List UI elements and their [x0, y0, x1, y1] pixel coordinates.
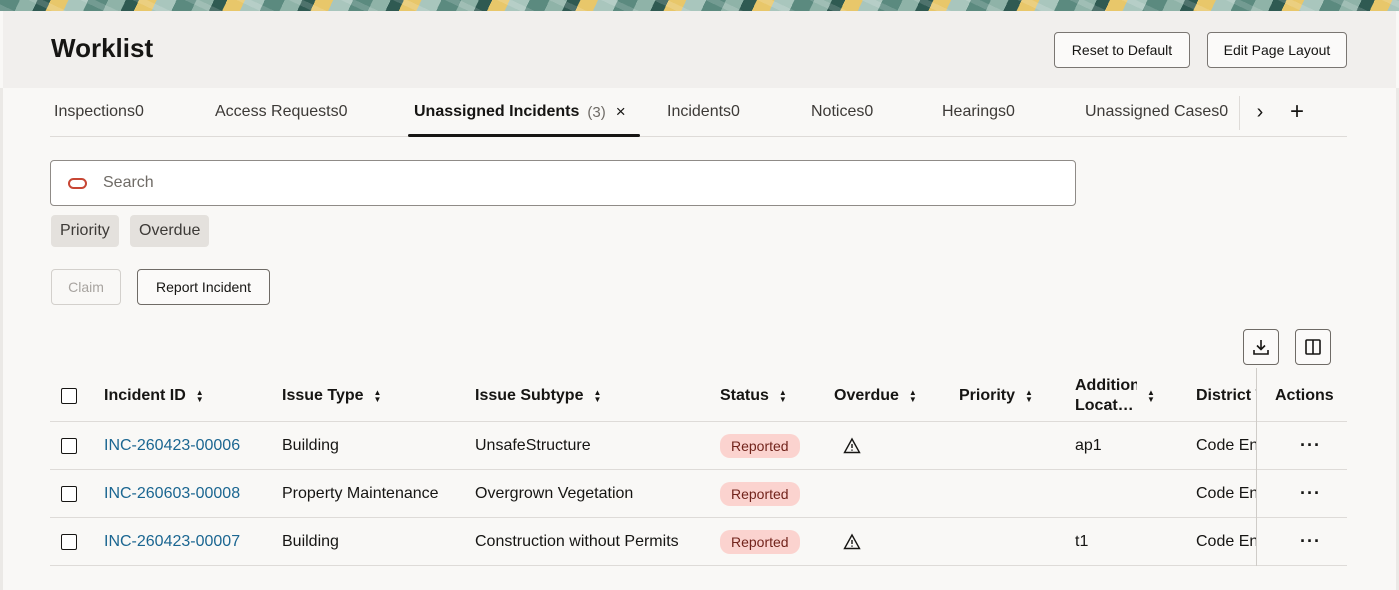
col-district[interactable]: District T	[1196, 370, 1256, 421]
table-row: INC-260603-00008 Property Maintenance Ov…	[50, 470, 1347, 518]
sort-arrows-icon: ▲ ▼	[1147, 387, 1155, 404]
claim-button[interactable]: Claim	[51, 269, 121, 305]
report-incident-button[interactable]: Report Incident	[137, 269, 270, 305]
issue-subtype-cell: Overgrown Vegetation	[475, 484, 634, 502]
tab-unassigned-cases[interactable]: Unassigned Cases0	[1085, 88, 1228, 136]
sort-arrows-icon: ▲ ▼	[195, 387, 204, 404]
add-tab-icon[interactable]: +	[1283, 98, 1311, 126]
search-field[interactable]	[50, 160, 1076, 206]
issue-subtype-cell: UnsafeStructure	[475, 436, 591, 454]
sort-arrows-icon: ▲ ▼	[908, 387, 917, 404]
more-actions-icon[interactable]: ···	[1300, 531, 1321, 552]
tab-unassigned-incidents[interactable]: Unassigned Incidents (3) ×	[408, 88, 640, 137]
district-cell: Code Enforcement	[1196, 436, 1256, 454]
status-badge: Reported	[720, 529, 800, 554]
column-manager-button[interactable]	[1295, 329, 1331, 365]
col-issue-subtype[interactable]: Issue Subtype ▲ ▼	[475, 370, 601, 421]
tab-count: (3)	[587, 103, 606, 121]
incident-id-link[interactable]: INC-260603-00008	[104, 485, 240, 503]
download-icon	[1253, 340, 1269, 355]
location-cell: ap1	[1075, 436, 1102, 454]
table-row: INC-260423-00007 Building Construction w…	[50, 518, 1347, 566]
table-header-row: Incident ID ▲ ▼ Issue Type ▲ ▼ Issue Subtype…	[50, 370, 1347, 422]
reset-to-default-button[interactable]: Reset to Default	[1054, 32, 1190, 68]
select-all-cell	[61, 370, 77, 421]
sort-arrows-icon: ▲ ▼	[373, 387, 382, 404]
worklist-tabs: Inspections0 Access Requests0 Unassigned…	[50, 88, 1347, 137]
close-icon[interactable]: ×	[616, 102, 626, 122]
tab-notices[interactable]: Notices0	[811, 88, 873, 136]
district-cell: Code Enforcement	[1196, 532, 1256, 550]
tab-hearings[interactable]: Hearings0	[942, 88, 1015, 136]
page-title: Worklist	[51, 33, 154, 63]
issue-type-cell: Building	[282, 436, 339, 454]
col-incident-id[interactable]: Incident ID ▲ ▼	[104, 370, 204, 421]
table-row: INC-260423-00006 Building UnsafeStructur…	[50, 422, 1347, 470]
more-actions-icon[interactable]: ···	[1300, 435, 1321, 456]
more-actions-icon[interactable]: ···	[1300, 483, 1321, 504]
sort-arrows-icon: ▲ ▼	[778, 387, 787, 404]
edit-page-layout-button[interactable]: Edit Page Layout	[1207, 32, 1347, 68]
row-checkbox[interactable]	[61, 485, 77, 502]
incident-id-link[interactable]: INC-260423-00007	[104, 533, 240, 551]
row-checkbox[interactable]	[61, 437, 77, 454]
oracle-search-icon	[68, 178, 87, 189]
status-badge: Reported	[720, 433, 800, 458]
tab-incidents[interactable]: Incidents0	[667, 88, 740, 136]
col-actions: Actions	[1275, 386, 1334, 404]
issue-subtype-cell: Construction without Permits	[475, 532, 679, 550]
district-cell: Code Enforcement	[1196, 484, 1256, 502]
left-edge	[0, 88, 3, 590]
issue-type-cell: Property Maintenance	[282, 484, 439, 502]
sort-arrows-icon: ▲ ▼	[593, 387, 602, 404]
warning-triangle-icon	[843, 437, 861, 453]
tab-separator	[1239, 96, 1240, 130]
col-additional-location[interactable]: Addition Locat… ▲ ▼	[1075, 370, 1185, 421]
tab-label: Unassigned Incidents	[414, 103, 580, 120]
status-badge: Reported	[720, 481, 800, 506]
chevron-right-icon[interactable]: ›	[1246, 98, 1274, 126]
download-button[interactable]	[1243, 329, 1279, 365]
location-cell: t1	[1075, 532, 1089, 550]
page-header: Worklist Reset to Default Edit Page Layo…	[3, 11, 1396, 88]
col-priority[interactable]: Priority ▲ ▼	[959, 370, 1033, 421]
incident-id-link[interactable]: INC-260423-00006	[104, 437, 240, 455]
tab-access-requests[interactable]: Access Requests0	[215, 88, 348, 136]
select-all-checkbox[interactable]	[61, 387, 77, 404]
col-status[interactable]: Status ▲ ▼	[720, 370, 787, 421]
warning-triangle-icon	[843, 533, 861, 549]
search-input[interactable]	[103, 161, 1053, 205]
frozen-column-divider	[1256, 368, 1257, 566]
tab-inspections[interactable]: Inspections0	[54, 88, 144, 136]
filter-chip-overdue[interactable]: Overdue	[130, 215, 210, 247]
issue-type-cell: Building	[282, 532, 339, 550]
col-issue-type[interactable]: Issue Type ▲ ▼	[282, 370, 381, 421]
row-checkbox[interactable]	[61, 533, 77, 550]
filter-chip-priority[interactable]: Priority	[51, 215, 119, 247]
column-manager-icon	[1305, 339, 1321, 355]
col-overdue[interactable]: Overdue ▲ ▼	[834, 370, 917, 421]
sort-arrows-icon: ▲ ▼	[1025, 387, 1033, 404]
header-banner	[0, 0, 1399, 11]
